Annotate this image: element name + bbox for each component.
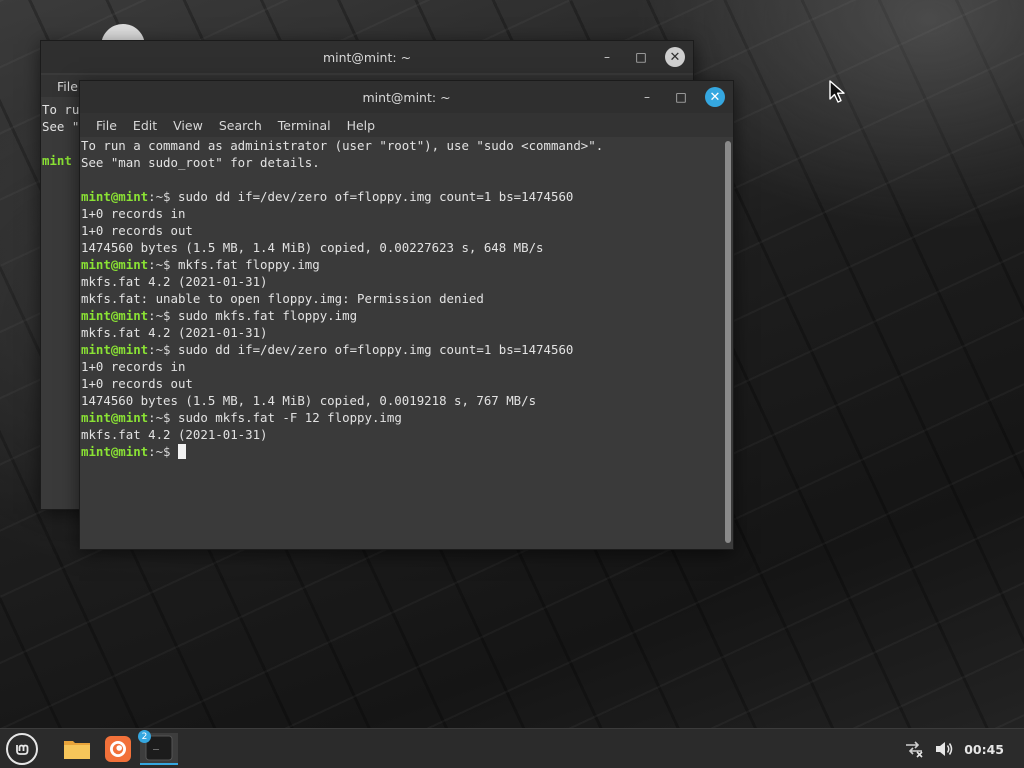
menu-file[interactable]: File [88, 118, 125, 133]
command-text: sudo mkfs.fat -F 12 floppy.img [170, 410, 402, 425]
terminal-line: 1+0 records in [81, 358, 721, 375]
menu-help[interactable]: Help [339, 118, 384, 133]
terminal-command-line: mint@mint:~$ sudo mkfs.fat -F 12 floppy.… [81, 409, 721, 426]
prompt-user: mint@mint [81, 308, 149, 323]
text-cursor [178, 444, 186, 459]
output-text: 1+0 records in [81, 206, 186, 221]
prompt-path: :~$ [148, 257, 171, 272]
terminal-line: mkfs.fat 4.2 (2021-01-31) [81, 273, 721, 290]
prompt-path: :~$ [148, 308, 171, 323]
output-text: mkfs.fat 4.2 (2021-01-31) [81, 274, 268, 289]
terminal-line: See "man sudo_root" for details. [81, 154, 721, 171]
prompt-user: mint [42, 153, 72, 168]
terminal-window[interactable]: mint@mint: ~ – □ ✕ File Edit View Search… [79, 80, 734, 550]
window-title: mint@mint: ~ [362, 89, 451, 105]
terminal-line: 1+0 records out [81, 375, 721, 392]
terminal-line: 1474560 bytes (1.5 MB, 1.4 MiB) copied, … [81, 392, 721, 409]
mint-logo-icon [16, 744, 29, 755]
output-text: 1+0 records out [81, 376, 193, 391]
menu-view[interactable]: View [165, 118, 211, 133]
terminal-line: mkfs.fat 4.2 (2021-01-31) [81, 426, 721, 443]
terminal-glyph: _ [153, 739, 160, 750]
taskbar: _ 2 00:45 [0, 728, 1024, 768]
menu-search[interactable]: Search [211, 118, 270, 133]
folder-icon [64, 741, 90, 759]
command-text [171, 444, 178, 459]
output-text: To run a command as administrator (user … [81, 138, 604, 153]
menu-terminal[interactable]: Terminal [270, 118, 339, 133]
clock[interactable]: 00:45 [964, 742, 1004, 757]
output-text: mkfs.fat 4.2 (2021-01-31) [81, 325, 268, 340]
prompt-path: :~$ [148, 189, 171, 204]
menu-edit[interactable]: Edit [125, 118, 165, 133]
command-text: mkfs.fat floppy.img [170, 257, 320, 272]
title-bar[interactable]: mint@mint: ~ – □ ✕ [80, 81, 733, 113]
minimize-button[interactable]: – [597, 47, 617, 67]
output-text: 1474560 bytes (1.5 MB, 1.4 MiB) copied, … [81, 393, 537, 408]
output-text: See "man sudo_root" for details. [81, 155, 320, 170]
taskbar-app-firefox[interactable] [101, 733, 135, 765]
start-menu-button[interactable] [6, 733, 38, 765]
terminal-line: mkfs.fat 4.2 (2021-01-31) [81, 324, 721, 341]
terminal-command-line: mint@mint:~$ [81, 443, 721, 460]
prompt-user: mint@mint [81, 189, 149, 204]
firefox-icon [105, 736, 131, 762]
window-title: mint@mint: ~ [322, 49, 412, 65]
close-button[interactable]: ✕ [665, 47, 685, 67]
close-button[interactable]: ✕ [705, 87, 725, 107]
terminal-line: To ru [42, 102, 80, 117]
terminal-line: 1+0 records in [81, 205, 721, 222]
menu-bar: File Edit View Search Terminal Help [80, 113, 733, 137]
output-text: 1474560 bytes (1.5 MB, 1.4 MiB) copied, … [81, 240, 544, 255]
command-text: sudo dd if=/dev/zero of=floppy.img count… [170, 189, 574, 204]
taskbar-app-terminal[interactable]: _ 2 [138, 730, 178, 765]
prompt-user: mint@mint [81, 257, 149, 272]
title-bar[interactable]: mint@mint: ~ – □ ✕ [41, 41, 693, 73]
maximize-button[interactable]: □ [631, 47, 651, 67]
volume-icon[interactable] [934, 740, 954, 758]
terminal-line: 1474560 bytes (1.5 MB, 1.4 MiB) copied, … [81, 239, 721, 256]
prompt-path: :~$ [148, 444, 171, 459]
prompt-path: :~$ [148, 342, 171, 357]
output-text: 1+0 records in [81, 359, 186, 374]
terminal-line: To run a command as administrator (user … [81, 137, 721, 154]
minimize-button[interactable]: – [637, 87, 657, 107]
command-text: sudo mkfs.fat floppy.img [170, 308, 358, 323]
terminal-command-line: mint@mint:~$ sudo dd if=/dev/zero of=flo… [81, 341, 721, 358]
network-disconnected-icon[interactable] [904, 740, 924, 758]
terminal-line: mkfs.fat: unable to open floppy.img: Per… [81, 290, 721, 307]
prompt-user: mint@mint [81, 444, 149, 459]
output-text: mkfs.fat: unable to open floppy.img: Per… [81, 291, 484, 306]
maximize-button[interactable]: □ [671, 87, 691, 107]
terminal-output[interactable]: To run a command as administrator (user … [80, 137, 721, 549]
window-count-badge: 2 [138, 730, 151, 743]
terminal-command-line: mint@mint:~$ mkfs.fat floppy.img [81, 256, 721, 273]
command-text: sudo dd if=/dev/zero of=floppy.img count… [170, 342, 574, 357]
scrollbar[interactable] [725, 141, 731, 543]
prompt-user: mint@mint [81, 410, 149, 425]
terminal-command-line: mint@mint:~$ sudo dd if=/dev/zero of=flo… [81, 188, 721, 205]
output-text: mkfs.fat 4.2 (2021-01-31) [81, 427, 268, 442]
taskbar-app-files[interactable] [60, 733, 94, 765]
prompt-user: mint@mint [81, 342, 149, 357]
terminal-command-line: mint@mint:~$ sudo mkfs.fat floppy.img [81, 307, 721, 324]
mouse-pointer-icon [829, 80, 845, 103]
system-tray: 00:45 [904, 729, 1004, 768]
terminal-line: 1+0 records out [81, 222, 721, 239]
prompt-path: :~$ [148, 410, 171, 425]
terminal-line: See " [42, 119, 80, 134]
output-text: 1+0 records out [81, 223, 193, 238]
